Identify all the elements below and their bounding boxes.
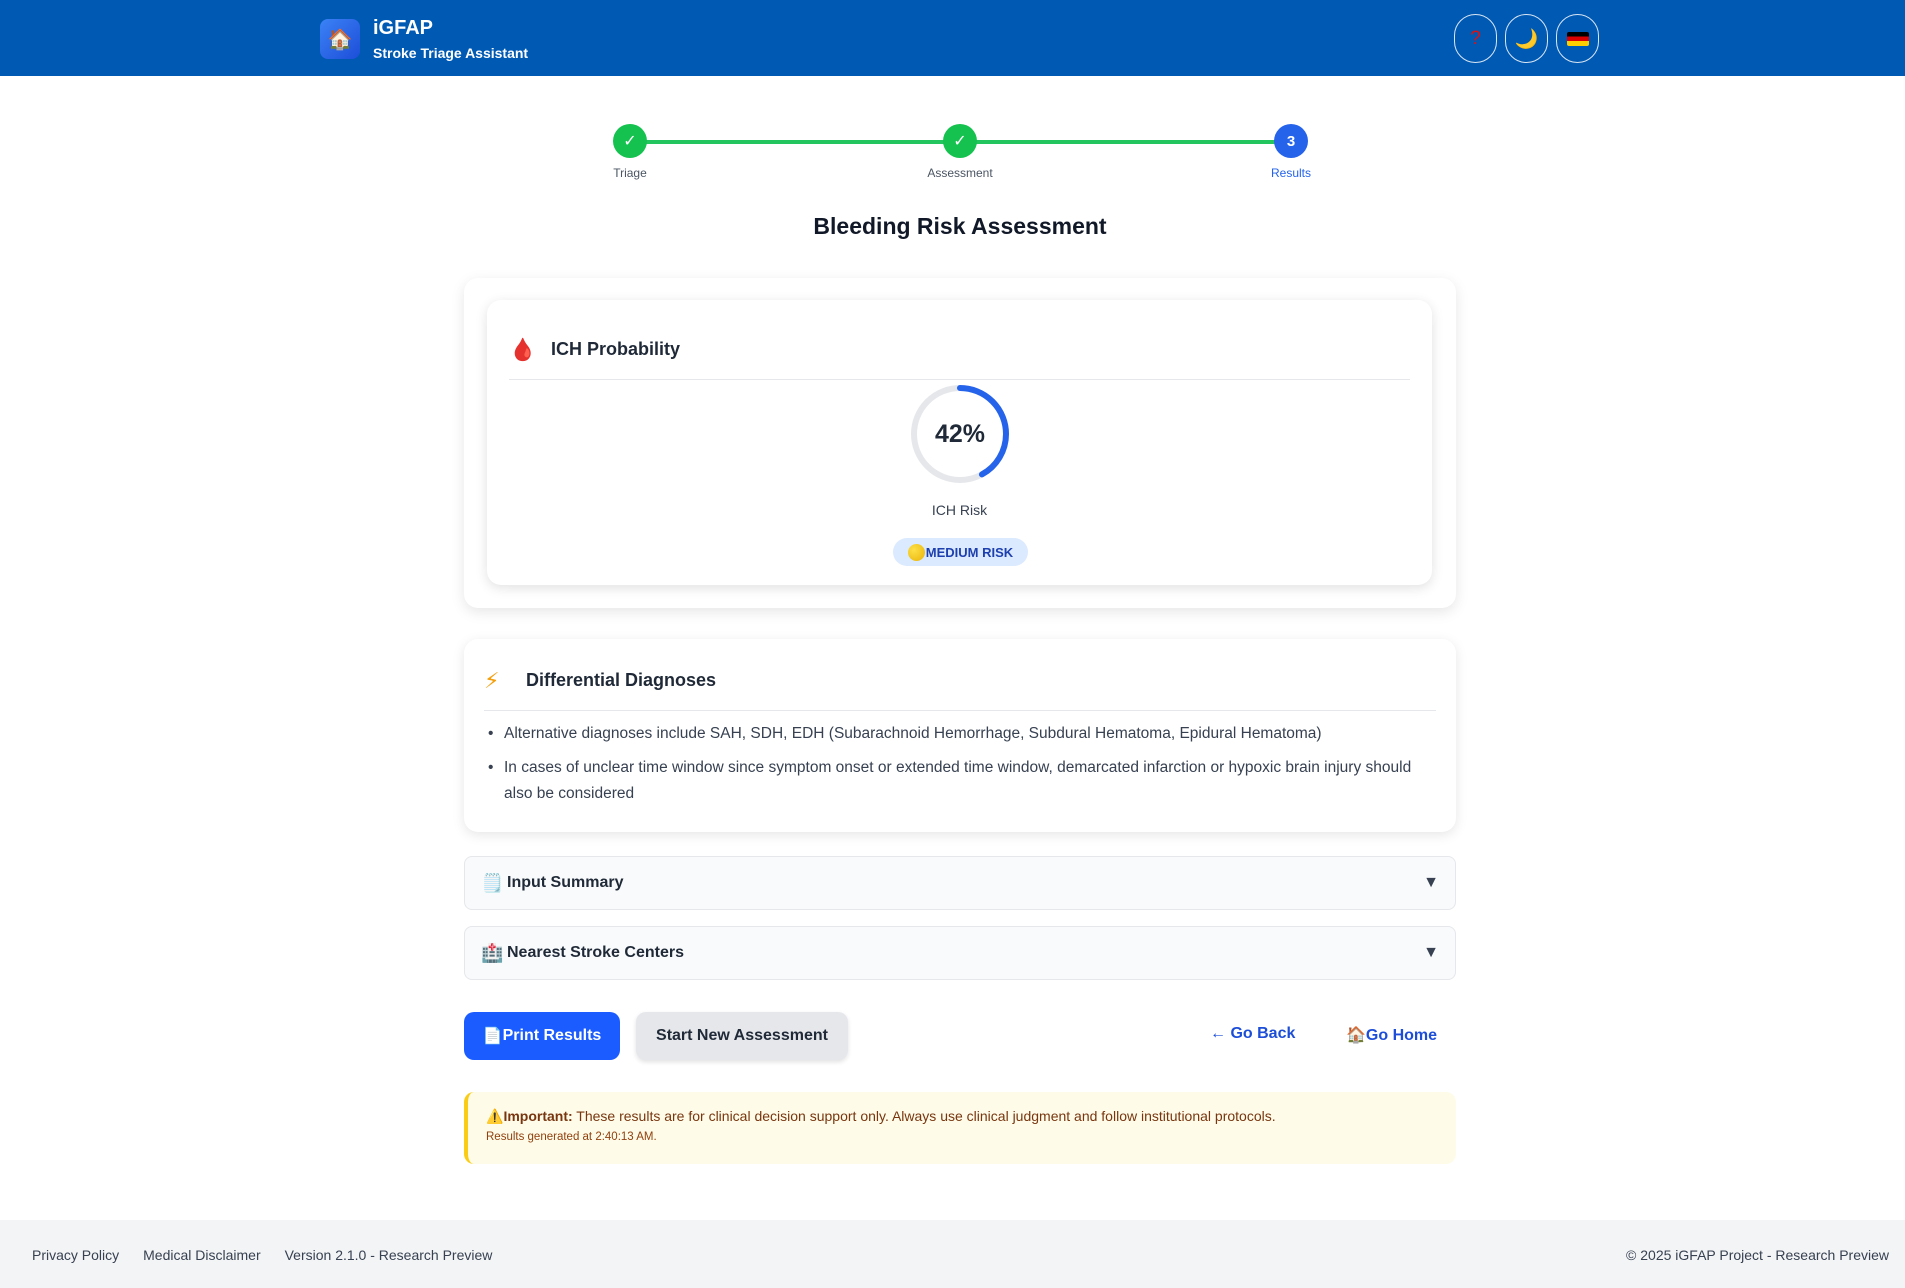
step-label-assessment: Assessment (927, 166, 993, 180)
dark-mode-toggle[interactable]: 🌙 (1505, 14, 1548, 63)
blood-drop-icon: 🩸 (509, 336, 537, 362)
chevron-down-icon: ▼ (1423, 944, 1439, 961)
progress-stepper: ✓ ✓ 3 Triage Assessment Results (605, 122, 1311, 182)
warning-strong: Important: (503, 1108, 573, 1124)
yellow-circle-icon (907, 543, 925, 561)
warning-text: These results are for clinical decision … (572, 1108, 1276, 1124)
privacy-policy-link[interactable]: Privacy Policy (32, 1247, 119, 1263)
page-title: Bleeding Risk Assessment (813, 213, 1107, 239)
house-icon: 🏠 (1346, 1027, 1366, 1044)
house-icon: 🏠 (320, 19, 360, 59)
results-timestamp: Results generated at 2:40:13 AM. (486, 1131, 657, 1143)
step-assessment-check-icon: ✓ (943, 124, 977, 158)
top-header: 🏠 iGFAP Stroke Triage Assistant ? 🌙 (0, 0, 1905, 76)
ich-card-title: ICH Probability (551, 339, 681, 359)
list-item: Alternative diagnoses include SAH, SDH, … (488, 721, 1416, 747)
warning-icon: ⚠️ (486, 1108, 504, 1124)
input-summary-accordion[interactable]: 🗒️ Input Summary ▼ (464, 856, 1456, 910)
language-toggle[interactable] (1556, 14, 1599, 63)
question-icon: ? (1470, 27, 1481, 49)
step-results-number: 3 (1274, 124, 1308, 158)
differential-card-header: ⚡ Differential Diagnoses (484, 651, 1436, 711)
stroke-centers-label: Nearest Stroke Centers (507, 944, 684, 961)
risk-level-badge: MEDIUM RISK (893, 538, 1028, 566)
german-flag-icon (1566, 31, 1589, 46)
step-label-triage: Triage (613, 166, 647, 180)
app-title: iGFAP (373, 17, 434, 39)
print-results-button[interactable]: 📄 Print Results (464, 1012, 620, 1060)
step-connector-2 (963, 140, 1279, 144)
step-connector-1 (631, 140, 947, 144)
step-label-results: Results (1270, 166, 1311, 180)
app-subtitle: Stroke Triage Assistant (373, 45, 529, 61)
hospital-icon: 🏥 (481, 942, 504, 963)
footer: Privacy Policy Medical Disclaimer Versio… (0, 1220, 1905, 1288)
differential-diagnoses-card: ⚡ Differential Diagnoses Alternative dia… (464, 639, 1456, 832)
document-icon: 📄 (482, 1028, 503, 1045)
go-home-link[interactable]: 🏠Go Home (1346, 1025, 1437, 1045)
stroke-centers-accordion[interactable]: 🏥 Nearest Stroke Centers ▼ (464, 926, 1456, 980)
lightning-icon: ⚡ (484, 667, 500, 693)
go-back-link[interactable]: ← Go Back (1210, 1025, 1295, 1043)
chevron-down-icon: ▼ (1423, 874, 1439, 891)
copyright: © 2025 iGFAP Project - Research Preview (1626, 1247, 1889, 1263)
print-results-label: Print Results (502, 1027, 602, 1044)
help-button[interactable]: ? (1454, 14, 1497, 63)
notepad-icon: 🗒️ (481, 872, 504, 893)
list-item: In cases of unclear time window since sy… (488, 755, 1416, 807)
brand[interactable]: 🏠 iGFAP Stroke Triage Assistant (320, 17, 528, 61)
input-summary-label: Input Summary (507, 874, 624, 891)
start-new-assessment-button[interactable]: Start New Assessment (636, 1012, 848, 1060)
ich-probability-card: 🩸 ICH Probability 42% ICH Risk MEDIUM RI… (487, 300, 1432, 585)
step-triage-check-icon: ✓ (613, 124, 647, 158)
go-home-label: Go Home (1365, 1027, 1438, 1044)
moon-icon: 🌙 (1514, 28, 1539, 50)
ich-percent: 42% (934, 419, 986, 448)
differential-card-title: Differential Diagnoses (526, 670, 717, 690)
differential-list: Alternative diagnoses include SAH, SDH, … (488, 721, 1416, 815)
important-notice: ⚠️Important: These results are for clini… (464, 1092, 1456, 1164)
ich-risk-label: ICH Risk (931, 502, 988, 518)
version-text: Version 2.1.0 - Research Preview (284, 1247, 493, 1263)
medical-disclaimer-link[interactable]: Medical Disclaimer (143, 1247, 260, 1263)
risk-level-text: MEDIUM RISK (925, 544, 1014, 560)
ich-card-header: 🩸 ICH Probability (509, 320, 1410, 380)
